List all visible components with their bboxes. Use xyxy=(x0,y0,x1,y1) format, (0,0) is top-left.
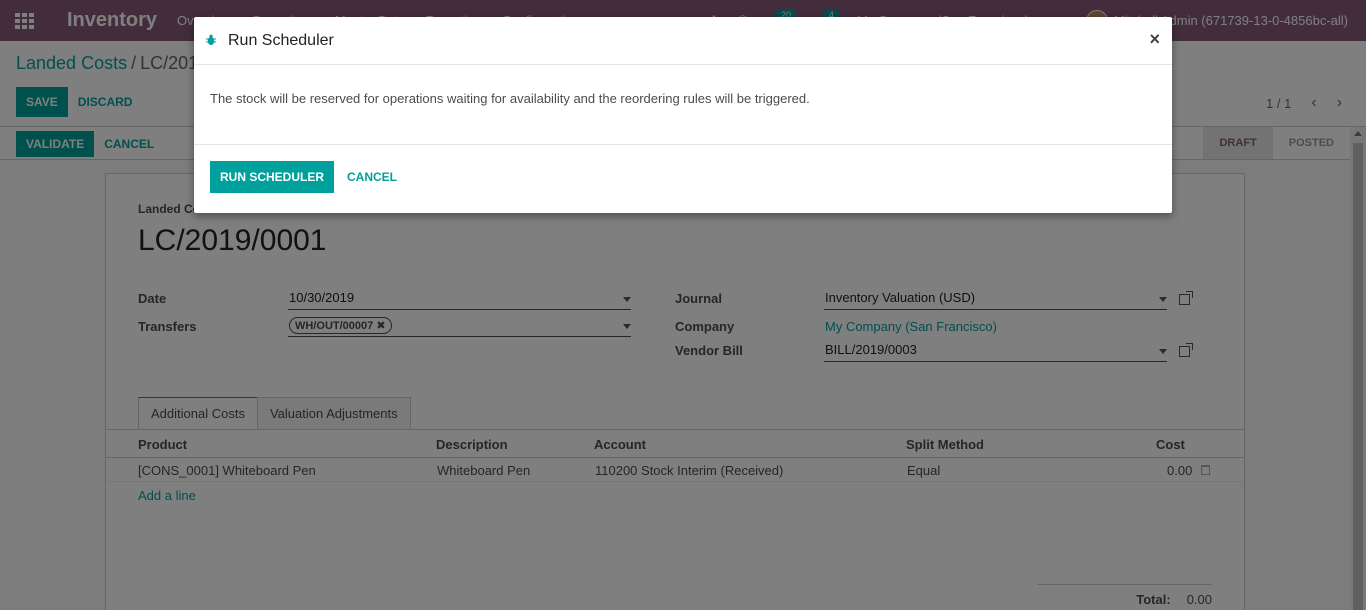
modal-header: Run Scheduler × xyxy=(194,17,1172,65)
close-icon[interactable]: × xyxy=(1149,29,1160,50)
modal-footer: RUN SCHEDULER CANCEL xyxy=(194,144,1172,213)
bug-icon xyxy=(206,34,216,45)
run-scheduler-dialog: Run Scheduler × The stock will be reserv… xyxy=(194,17,1172,213)
run-scheduler-button[interactable]: RUN SCHEDULER xyxy=(210,161,335,193)
modal-title: Run Scheduler xyxy=(228,32,334,49)
modal-body-text: The stock will be reserved for operation… xyxy=(210,91,810,106)
cancel-button[interactable]: CANCEL xyxy=(337,161,407,193)
